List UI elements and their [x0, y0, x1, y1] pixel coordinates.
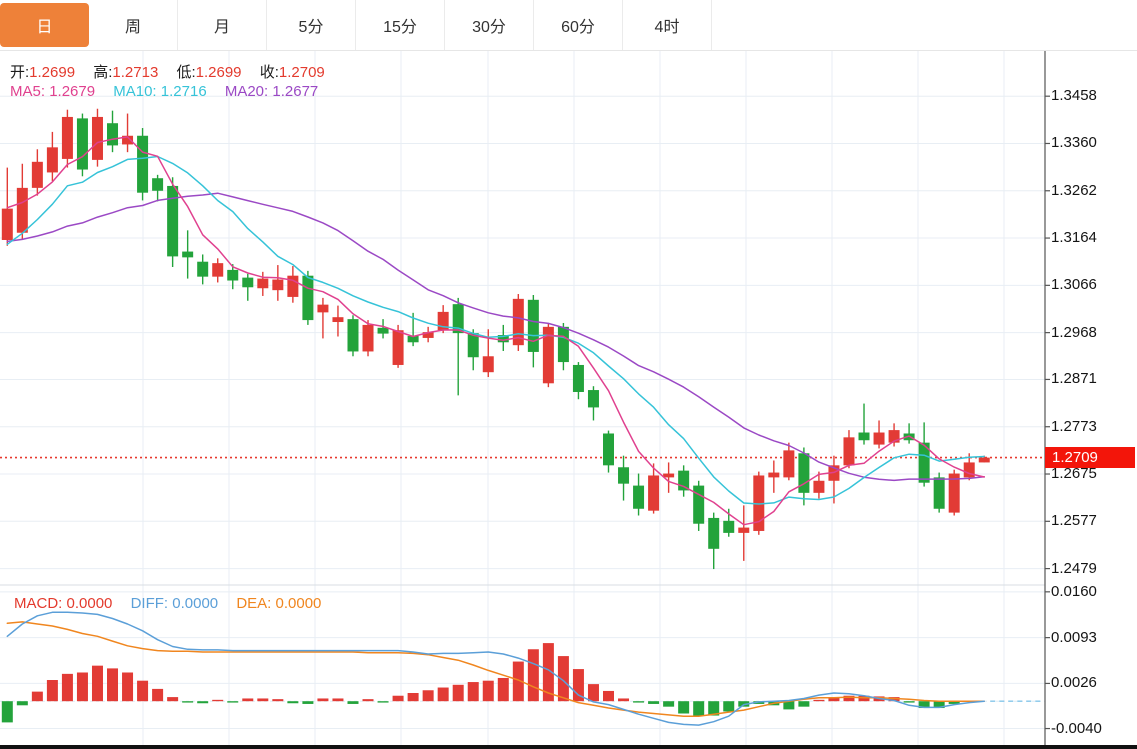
diff-value: 0.0000 [172, 595, 218, 612]
open-pair: 开:1.2699 [10, 64, 75, 81]
tab-day[interactable]: 日 [0, 3, 89, 47]
price-axis-label: 1.3360 [1051, 134, 1097, 151]
macd-histogram-layer [2, 643, 960, 722]
dea-value: 0.0000 [276, 595, 322, 612]
tab-5min[interactable]: 5分 [267, 0, 356, 50]
price-axis-label: 1.2871 [1051, 370, 1097, 387]
price-axis-label: 1.3164 [1051, 229, 1097, 246]
tab-4hour[interactable]: 4时 [623, 0, 712, 50]
tab-month[interactable]: 月 [178, 0, 267, 50]
macd-axis-label: 0.0160 [1051, 583, 1097, 600]
ma5-value: 1.2679 [49, 83, 95, 100]
ma10-value: 1.2716 [161, 83, 207, 100]
ohlc-legend: 开:1.2699 高:1.2713 低:1.2699 收:1.2709 [10, 61, 339, 82]
macd-value-pair: MACD: 0.0000 [14, 595, 112, 612]
macd-legend: MACD: 0.0000 DIFF: 0.0000 DEA: 0.0000 [14, 595, 335, 612]
macd-lines-layer [7, 612, 984, 725]
tab-60min[interactable]: 60分 [534, 0, 623, 50]
dea-label: DEA: [236, 595, 271, 612]
high-value: 1.2713 [112, 64, 158, 81]
high-label: 高: [93, 64, 112, 81]
macd-axis-label: 0.0093 [1051, 629, 1097, 646]
price-axis-label: 1.2479 [1051, 560, 1097, 577]
price-axis-label: 1.3066 [1051, 276, 1097, 293]
trading-chart-screen: 日 周 月 5分 15分 30分 60分 4时 开:1.2699 高:1.271… [0, 0, 1137, 749]
macd-axis-label: -0.0040 [1051, 720, 1102, 737]
tab-week[interactable]: 周 [89, 0, 178, 50]
diff-label: DIFF: [131, 595, 169, 612]
last-price-badge: 1.2709 [1045, 447, 1135, 468]
ma-legend: MA5: 1.2679 MA10: 1.2716 MA20: 1.2677 [10, 83, 332, 100]
ma10-legend: MA10: 1.2716 [113, 83, 206, 100]
price-axis-label: 1.2773 [1051, 418, 1097, 435]
low-value: 1.2699 [196, 64, 242, 81]
price-axis-label: 1.3262 [1051, 182, 1097, 199]
ma20-label: MA20: [225, 83, 268, 100]
axis-layer [0, 51, 1137, 749]
grid-layer [0, 51, 1045, 745]
low-label: 低: [176, 64, 195, 81]
open-value: 1.2699 [29, 64, 75, 81]
macd-axis-label: 0.0026 [1051, 674, 1097, 691]
price-axis-label: 1.2968 [1051, 324, 1097, 341]
diff-value-pair: DIFF: 0.0000 [131, 595, 219, 612]
close-label: 收: [260, 64, 279, 81]
tab-15min[interactable]: 15分 [356, 0, 445, 50]
open-label: 开: [10, 64, 29, 81]
ma20-legend: MA20: 1.2677 [225, 83, 318, 100]
macd-value: 0.0000 [67, 595, 113, 612]
chart-canvas[interactable] [0, 0, 1137, 749]
close-value: 1.2709 [279, 64, 325, 81]
close-pair: 收:1.2709 [260, 64, 325, 81]
price-axis-label: 1.2577 [1051, 512, 1097, 529]
dea-value-pair: DEA: 0.0000 [236, 595, 321, 612]
ma5-label: MA5: [10, 83, 45, 100]
ma5-legend: MA5: 1.2679 [10, 83, 95, 100]
low-pair: 低:1.2699 [176, 64, 241, 81]
tab-30min[interactable]: 30分 [445, 0, 534, 50]
ma20-value: 1.2677 [272, 83, 318, 100]
period-tabbar: 日 周 月 5分 15分 30分 60分 4时 [0, 0, 1137, 51]
ma10-label: MA10: [113, 83, 156, 100]
price-axis-label: 1.3458 [1051, 87, 1097, 104]
high-pair: 高:1.2713 [93, 64, 158, 81]
macd-label: MACD: [14, 595, 62, 612]
